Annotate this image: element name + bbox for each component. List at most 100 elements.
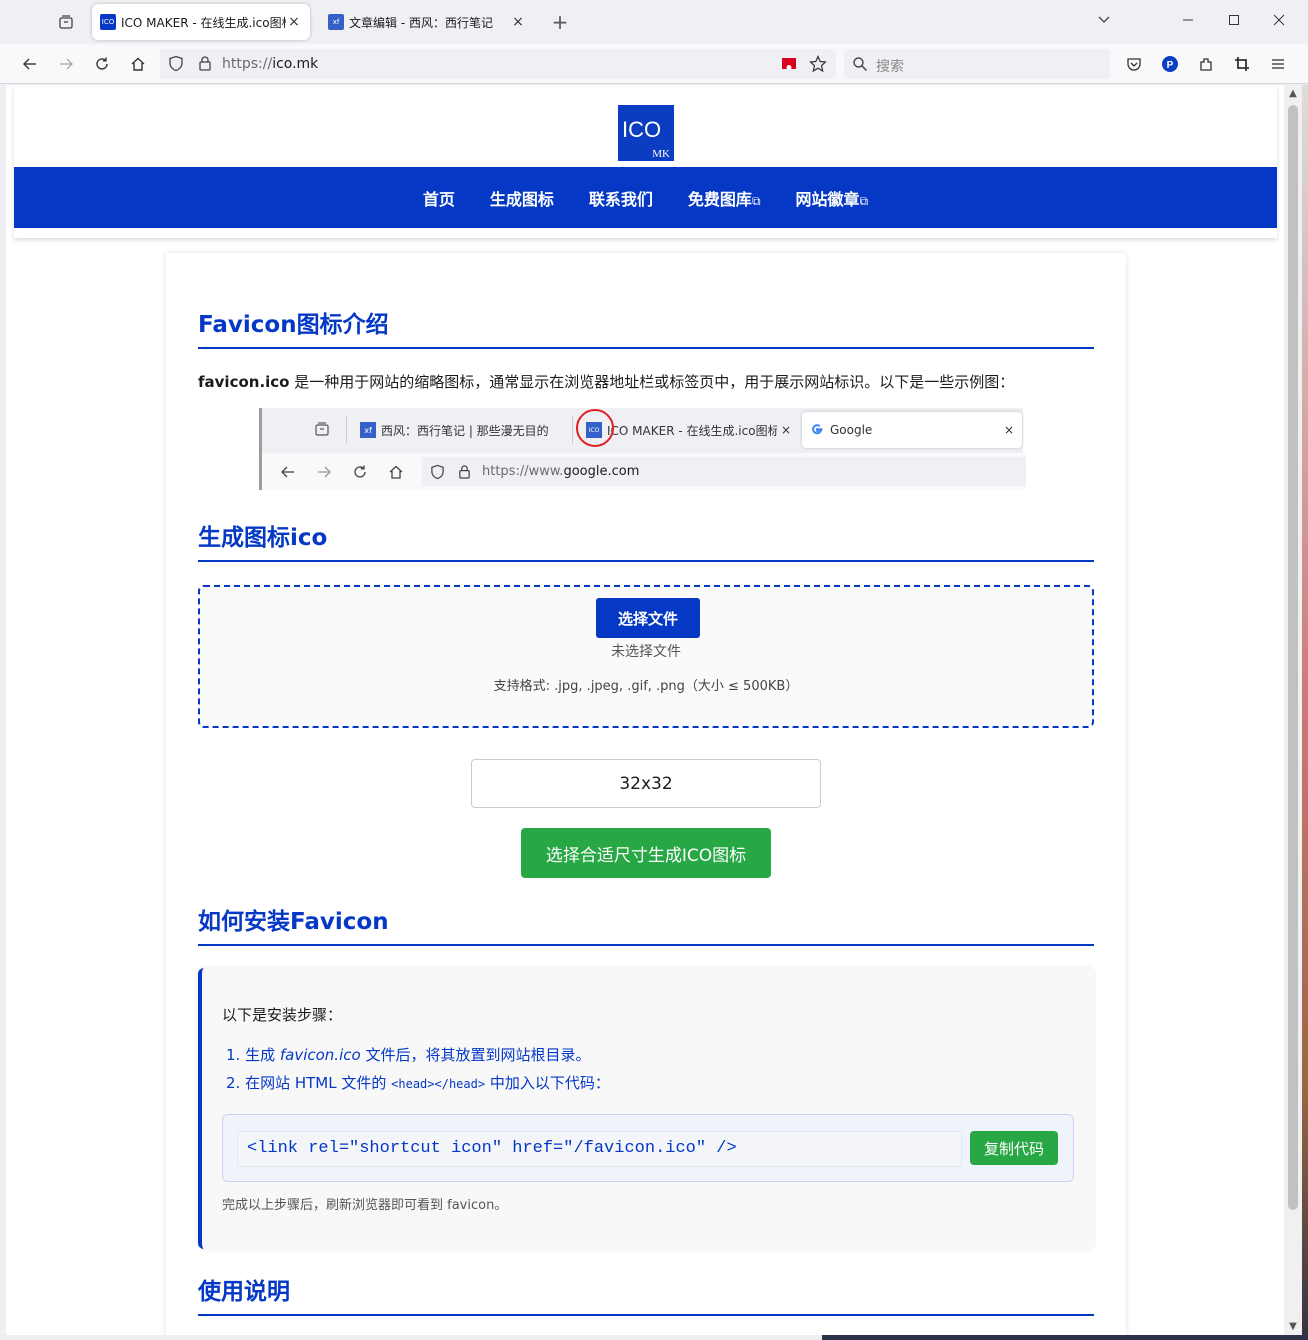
screenshot-crop-icon[interactable] bbox=[1228, 50, 1256, 78]
tab-list-chevron-icon[interactable] bbox=[1090, 8, 1118, 36]
scrollbar-thumb[interactable] bbox=[1288, 105, 1298, 1210]
maximize-icon[interactable] bbox=[1220, 8, 1248, 36]
extensions-icon[interactable] bbox=[1192, 50, 1220, 78]
shield-icon[interactable] bbox=[168, 55, 184, 76]
tab-bar: ICO ICO MAKER - 在线生成.ico图标 × xf 文章编辑 - 西… bbox=[0, 0, 1308, 44]
example-tab-active: Google × bbox=[802, 412, 1022, 448]
url-host: ico.mk bbox=[272, 56, 319, 72]
example-tab-label: 西风：西行笔记 | 那些漫无目的 bbox=[381, 423, 549, 438]
choose-file-button[interactable]: 选择文件 bbox=[596, 598, 700, 638]
xf-favicon-icon: xf bbox=[360, 422, 376, 438]
menu-site-badge[interactable]: 网站徽章⧉ bbox=[796, 186, 869, 210]
desktop-taskbar-edge bbox=[0, 1335, 1308, 1340]
search-bar[interactable]: 搜索 bbox=[844, 49, 1110, 79]
scroll-up-icon[interactable]: ▲ bbox=[1287, 88, 1299, 99]
bookmark-star-icon[interactable] bbox=[809, 55, 827, 77]
step-text: 文件后，将其放置到网站根目录。 bbox=[360, 1046, 591, 1064]
back-icon[interactable] bbox=[16, 50, 44, 78]
example-tab-label: ICO MAKER - 在线生成.ico图标 bbox=[607, 423, 777, 438]
search-icon bbox=[852, 56, 868, 76]
step-code: <head></head> bbox=[391, 1077, 486, 1091]
desktop-background bbox=[1302, 85, 1308, 1340]
flag-icon bbox=[782, 58, 796, 70]
step-filename: favicon.ico bbox=[279, 1046, 361, 1064]
external-link-icon: ⧉ bbox=[751, 193, 761, 208]
menu-generate-icon[interactable]: 生成图标 bbox=[490, 186, 554, 210]
highlight-circle bbox=[576, 409, 614, 447]
address-bar[interactable]: https://ico.mk bbox=[160, 49, 836, 79]
site-header: ICO MK 首页 生成图标 联系我们 免费图库⧉ 网站徽章⧉ bbox=[14, 85, 1277, 238]
install-heading: 如何安装Favicon bbox=[198, 902, 1094, 946]
example-url-protocol: https://www. bbox=[482, 464, 564, 479]
navigation-bar: https://ico.mk 搜索 P bbox=[0, 44, 1308, 84]
tab-divider bbox=[572, 416, 573, 444]
install-lead: 以下是安装步骤： bbox=[222, 1006, 343, 1024]
tab-list-icon[interactable] bbox=[48, 8, 84, 36]
xf-favicon-icon: xf bbox=[328, 14, 344, 30]
install-done-text: 完成以上步骤后，刷新浏览器即可看到 favicon。 bbox=[222, 1198, 508, 1213]
minimize-icon[interactable] bbox=[1174, 8, 1202, 36]
install-steps-box: 以下是安装步骤： 1. 生成 favicon.ico 文件后，将其放置到网站根目… bbox=[198, 968, 1094, 1249]
page-viewport: ICO MK 首页 生成图标 联系我们 免费图库⧉ 网站徽章⧉ Favicon图… bbox=[6, 85, 1284, 1335]
logo-subtext: MK bbox=[652, 148, 670, 160]
tab-title: ICO MAKER - 在线生成.ico图标 bbox=[121, 15, 286, 30]
step-text: 中加入以下代码： bbox=[485, 1074, 610, 1092]
reload-icon[interactable] bbox=[88, 50, 116, 78]
scroll-down-icon[interactable]: ▼ bbox=[1287, 1321, 1299, 1332]
close-tab-icon: × bbox=[1003, 423, 1014, 437]
example-url-host: google.com bbox=[563, 464, 640, 479]
menu-home[interactable]: 首页 bbox=[423, 186, 455, 210]
example-nav-bar: https://www.google.com bbox=[262, 453, 1026, 490]
home-icon bbox=[388, 464, 404, 484]
lock-icon bbox=[458, 464, 471, 484]
generate-ico-button[interactable]: 选择合适尺寸生成ICO图标 bbox=[521, 828, 771, 878]
reload-icon bbox=[352, 464, 368, 484]
svg-text:P: P bbox=[1167, 60, 1174, 71]
example-tab-label: Google bbox=[830, 423, 873, 437]
tab-article-edit[interactable]: xf 文章编辑 - 西风：西行笔记 × bbox=[320, 4, 534, 40]
size-select[interactable]: 32x32 bbox=[471, 759, 821, 808]
list-item: 2. 在网站 HTML 文件的 <head></head> 中加入以下代码： bbox=[226, 1072, 610, 1100]
forward-icon[interactable] bbox=[52, 50, 80, 78]
menu-label: 免费图库 bbox=[687, 189, 752, 209]
close-tab-icon[interactable]: × bbox=[510, 14, 526, 30]
close-tab-icon[interactable]: × bbox=[286, 14, 302, 30]
main-menu: 首页 生成图标 联系我们 免费图库⧉ 网站徽章⧉ bbox=[14, 167, 1277, 228]
tab-ico-maker[interactable]: ICO ICO MAKER - 在线生成.ico图标 × bbox=[92, 4, 310, 40]
logo-text: ICO bbox=[622, 117, 662, 142]
supported-formats-text: 支持格式: .jpg, .jpeg, .gif, .png（大小 ≤ 500KB… bbox=[493, 679, 799, 694]
url-text: https://ico.mk bbox=[222, 56, 318, 72]
pocket-icon[interactable] bbox=[1120, 50, 1148, 78]
page-scrollbar[interactable]: ▲ ▼ bbox=[1284, 85, 1302, 1335]
upload-dropzone[interactable]: 选择文件 未选择文件 支持格式: .jpg, .jpeg, .gif, .png… bbox=[198, 585, 1094, 728]
example-tab: ICO ICO MAKER - 在线生成.ico图标 × bbox=[586, 412, 798, 448]
generate-heading: 生成图标ico bbox=[198, 518, 1094, 562]
main-card: Favicon图标介绍 favicon.ico 是一种用于网站的缩略图标，通常显… bbox=[166, 253, 1126, 1335]
example-address-bar: https://www.google.com bbox=[422, 457, 1026, 486]
step-text: 2. 在网站 HTML 文件的 bbox=[226, 1074, 392, 1092]
no-file-text: 未选择文件 bbox=[611, 644, 681, 660]
menu-contact[interactable]: 联系我们 bbox=[589, 186, 653, 210]
copy-code-button[interactable]: 复制代码 bbox=[970, 1131, 1058, 1165]
close-window-icon[interactable] bbox=[1265, 8, 1293, 36]
home-icon[interactable] bbox=[124, 50, 152, 78]
intro-term: favicon.ico bbox=[198, 373, 290, 391]
site-logo[interactable]: ICO MK bbox=[618, 105, 674, 161]
example-browser-image: xf 西风：西行笔记 | 那些漫无目的 ICO ICO MAKER - 在线生成… bbox=[259, 408, 1026, 490]
code-snippet[interactable]: <link rel="shortcut icon" href="/favicon… bbox=[237, 1131, 962, 1167]
shield-icon bbox=[430, 464, 445, 484]
menu-free-gallery[interactable]: 免费图库⧉ bbox=[688, 186, 761, 210]
menu-hamburger-icon[interactable] bbox=[1264, 50, 1292, 78]
tab-list-icon bbox=[314, 421, 330, 441]
list-item: 1. 生成 favicon.ico 文件后，将其放置到网站根目录。 bbox=[226, 1044, 610, 1072]
step-text: 1. 生成 bbox=[226, 1046, 280, 1064]
account-p-icon[interactable]: P bbox=[1156, 50, 1184, 78]
lock-icon[interactable] bbox=[198, 55, 212, 76]
example-tab: xf 西风：西行笔记 | 那些漫无目的 bbox=[360, 412, 560, 448]
close-tab-icon: × bbox=[781, 423, 792, 437]
install-steps-list: 1. 生成 favicon.ico 文件后，将其放置到网站根目录。 2. 在网站… bbox=[226, 1044, 610, 1100]
intro-heading: Favicon图标介绍 bbox=[198, 305, 1094, 349]
new-tab-icon[interactable]: + bbox=[548, 10, 572, 34]
usage-heading: 使用说明 bbox=[198, 1272, 1094, 1316]
back-icon bbox=[280, 464, 296, 484]
